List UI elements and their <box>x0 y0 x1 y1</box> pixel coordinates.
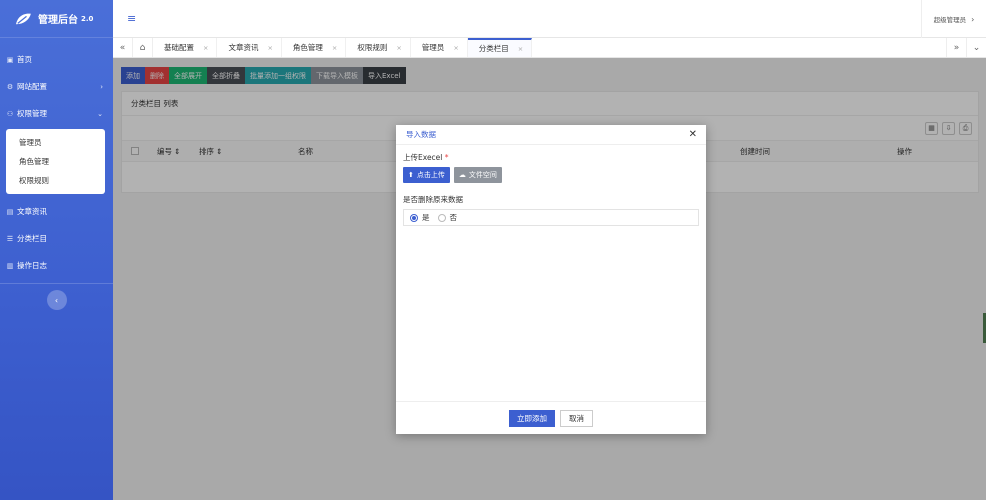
tabs-scroll-left-icon[interactable]: « <box>113 38 133 57</box>
tabs-bar: « ⌂ 基础配置 × 文章资讯 × 角色管理 × 权限规则 × 管理员 × 分类栏目 × »… <box>113 38 986 58</box>
import-dialog: 导入数据 ✕ 上传Execel * ⬆ 点击上传 ☁ 文件空间 是否删除原来数据… <box>396 125 706 434</box>
sidebar-item-label: 操作日志 <box>17 261 47 270</box>
file-space-button-label: 文件空间 <box>468 171 497 179</box>
cancel-button[interactable]: 取消 <box>560 409 593 427</box>
required-mark: * <box>444 153 449 162</box>
chevron-right-icon: › <box>971 14 975 24</box>
home-tab-icon[interactable]: ⌂ <box>133 38 153 57</box>
home-icon: ▣ <box>6 55 14 64</box>
radio-no[interactable]: 否 <box>437 212 458 223</box>
sidebar-subitem-admins[interactable]: 管理员 <box>6 133 105 152</box>
sidebar-item-logs[interactable]: ▥ 操作日志 <box>0 252 113 279</box>
sidebar-item-articles[interactable]: ▤ 文章资讯 <box>0 198 113 225</box>
tab-label: 权限规则 <box>357 43 388 52</box>
gear-icon: ⚙ <box>6 82 14 91</box>
leaf-logo-icon <box>16 13 31 24</box>
nav-menu: ▣ 首页 ⚙ 网站配置 › ⚇ 权限管理 ⌄ 管理员 角色管理 权限规则 ▤ 文… <box>0 38 113 310</box>
delete-field-label: 是否删除原来数据 <box>403 195 463 204</box>
sidebar-item-label: 首页 <box>17 55 32 64</box>
chevron-down-icon[interactable]: ⌄ <box>966 38 986 57</box>
sidebar-item-label: 文章资讯 <box>17 207 47 216</box>
username: 超级管理员 <box>933 16 967 24</box>
chevron-right-icon: › <box>100 82 103 91</box>
permissions-submenu: 管理员 角色管理 权限规则 <box>6 129 105 194</box>
dialog-header: 导入数据 ✕ <box>396 125 706 145</box>
tab-categories[interactable]: 分类栏目 × <box>467 38 533 57</box>
dialog-footer: 立即添加 取消 <box>396 401 706 434</box>
close-icon[interactable]: × <box>267 44 272 52</box>
cloud-icon: ☁ <box>458 171 466 179</box>
tab-articles[interactable]: 文章资讯 × <box>217 38 282 57</box>
submit-button[interactable]: 立即添加 <box>509 409 555 427</box>
radio-no-label: 否 <box>449 213 458 222</box>
tab-basic-config[interactable]: 基础配置 × <box>153 38 218 57</box>
sidebar-subitem-roles[interactable]: 角色管理 <box>6 152 105 171</box>
chevron-down-icon: ⌄ <box>97 109 103 118</box>
upload-icon: ⬆ <box>408 171 414 179</box>
tab-label: 角色管理 <box>292 43 323 52</box>
tab-label: 管理员 <box>421 43 445 52</box>
list-icon: ☰ <box>6 234 14 243</box>
tab-label: 分类栏目 <box>478 44 509 53</box>
dialog-title: 导入数据 <box>406 130 436 139</box>
close-icon[interactable]: ✕ <box>689 129 697 140</box>
radio-checked-icon[interactable] <box>410 213 418 222</box>
sidebar: 管理后台 2.0 ▣ 首页 ⚙ 网站配置 › ⚇ 权限管理 ⌄ 管理员 角色管理… <box>0 0 113 500</box>
document-icon: ▤ <box>6 207 14 216</box>
upload-label-text: 上传Execel <box>403 153 443 162</box>
tab-label: 文章资讯 <box>228 43 259 52</box>
dialog-body: 上传Execel * ⬆ 点击上传 ☁ 文件空间 是否删除原来数据 是 否 <box>396 145 706 226</box>
app-title: 管理后台 <box>38 15 78 26</box>
tab-roles[interactable]: 角色管理 × <box>282 38 347 57</box>
sidebar-subitem-rules[interactable]: 权限规则 <box>6 171 105 190</box>
divider <box>0 283 113 284</box>
sidebar-item-categories[interactable]: ☰ 分类栏目 <box>0 225 113 252</box>
sidebar-item-label: 网站配置 <box>17 82 47 91</box>
top-header: ≡ 超级管理员 › <box>113 0 986 38</box>
tab-label: 基础配置 <box>164 43 194 52</box>
sidebar-item-site-config[interactable]: ⚙ 网站配置 › <box>0 73 113 100</box>
tabs-scroll-right-icon[interactable]: » <box>946 38 966 57</box>
log-icon: ▥ <box>6 261 14 270</box>
tab-admins[interactable]: 管理员 × <box>411 38 468 57</box>
sidebar-item-label: 权限管理 <box>17 109 47 118</box>
app-version: 2.0 <box>81 14 94 23</box>
close-icon[interactable]: × <box>518 45 523 53</box>
sidebar-collapse-button[interactable]: ‹ <box>46 290 67 310</box>
sidebar-item-label: 分类栏目 <box>17 234 47 243</box>
upload-field-label: 上传Execel * <box>403 152 699 163</box>
close-icon[interactable]: × <box>396 44 401 52</box>
logo: 管理后台 2.0 <box>0 0 113 38</box>
close-icon[interactable]: × <box>332 44 337 52</box>
radio-yes-label: 是 <box>422 213 430 222</box>
tab-rules[interactable]: 权限规则 × <box>346 38 411 57</box>
upload-button-label: 点击上传 <box>416 171 445 179</box>
delete-radio-group: 是 否 <box>403 209 699 226</box>
hamburger-icon[interactable]: ≡ <box>127 12 136 25</box>
radio-yes[interactable]: 是 <box>410 212 430 223</box>
radio-unchecked-icon[interactable] <box>437 213 446 222</box>
file-space-button[interactable]: ☁ 文件空间 <box>453 167 502 183</box>
user-menu[interactable]: 超级管理员 › <box>921 0 986 38</box>
close-icon[interactable]: × <box>203 44 208 52</box>
users-icon: ⚇ <box>6 109 14 118</box>
sidebar-item-permissions[interactable]: ⚇ 权限管理 ⌄ <box>0 100 113 127</box>
sidebar-item-home[interactable]: ▣ 首页 <box>0 46 113 73</box>
upload-row: ⬆ 点击上传 ☁ 文件空间 <box>403 167 699 183</box>
close-icon[interactable]: × <box>453 44 458 52</box>
upload-button[interactable]: ⬆ 点击上传 <box>403 167 450 183</box>
